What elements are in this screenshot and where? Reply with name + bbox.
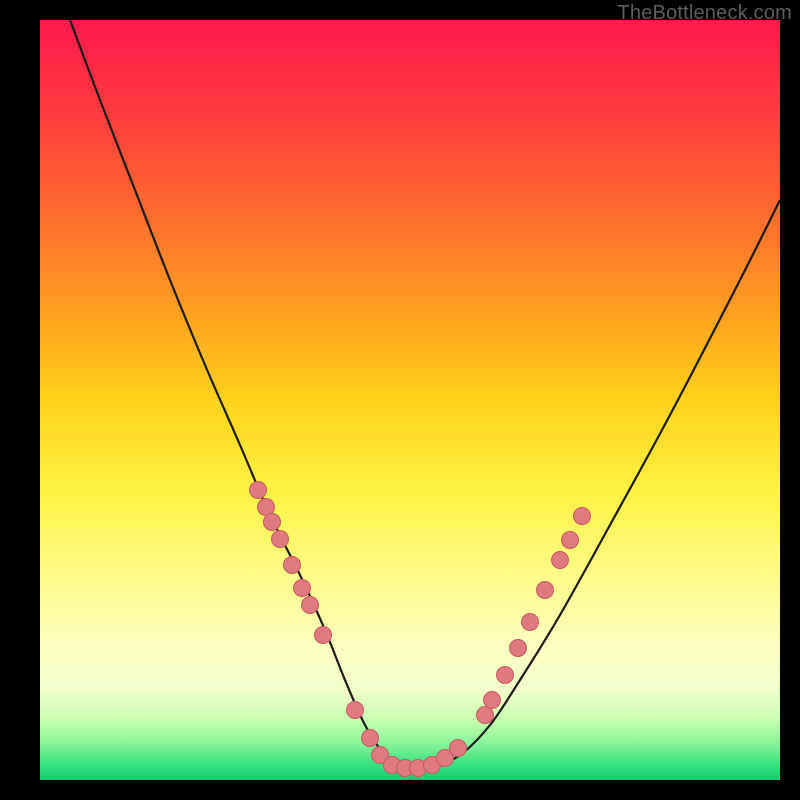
data-marker (347, 702, 364, 719)
data-marker (552, 552, 569, 569)
data-marker (264, 514, 281, 531)
data-marker (497, 667, 514, 684)
data-marker (284, 557, 301, 574)
data-marker (537, 582, 554, 599)
data-marker (450, 740, 467, 757)
data-marker (484, 692, 501, 709)
chart-frame: TheBottleneck.com (0, 0, 800, 800)
bottleneck-curve-path (70, 20, 780, 770)
data-marker (522, 614, 539, 631)
watermark-text: TheBottleneck.com (617, 2, 792, 25)
data-marker (250, 482, 267, 499)
data-marker (258, 499, 275, 516)
bottleneck-curve-svg (40, 20, 780, 780)
data-marker (574, 508, 591, 525)
data-marker (477, 707, 494, 724)
data-marker (510, 640, 527, 657)
data-marker (562, 532, 579, 549)
data-markers-group (250, 482, 591, 777)
data-marker (294, 580, 311, 597)
plot-area (40, 20, 780, 780)
data-marker (362, 730, 379, 747)
data-marker (272, 531, 289, 548)
data-marker (302, 597, 319, 614)
data-marker (315, 627, 332, 644)
